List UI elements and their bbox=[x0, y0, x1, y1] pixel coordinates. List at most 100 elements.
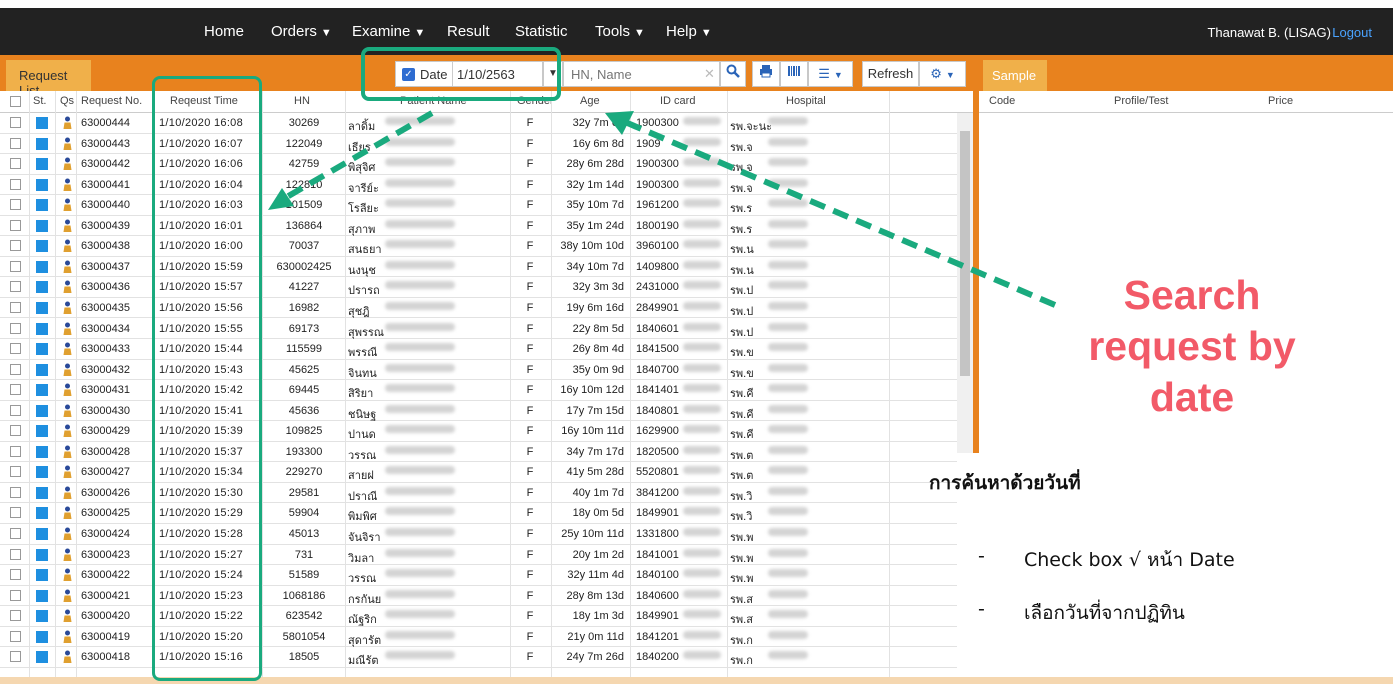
table-row[interactable]: 63000419 1/10/2020 15:20 5801054 สุดารัต F 21… bbox=[0, 627, 957, 648]
col-status[interactable]: St. bbox=[33, 95, 46, 107]
table-row[interactable]: 63000433 1/10/2020 15:44 115599 พรรณี F 26y 8… bbox=[0, 339, 957, 360]
table-row[interactable]: 63000430 1/10/2020 15:41 45636 ชนิษฐ F 17y 7m… bbox=[0, 401, 957, 422]
row-checkbox[interactable] bbox=[10, 117, 21, 128]
logout-link[interactable]: Logout bbox=[1332, 25, 1372, 40]
table-row[interactable]: 63000437 1/10/2020 15:59 630002425 นงนุช F 34… bbox=[0, 257, 957, 278]
row-checkbox[interactable] bbox=[10, 507, 21, 519]
row-checkbox[interactable] bbox=[10, 343, 21, 355]
row-checkbox[interactable] bbox=[10, 158, 21, 170]
status-indicator bbox=[36, 610, 48, 623]
list-menu-button[interactable]: ☰ ▼ bbox=[808, 61, 853, 87]
row-checkbox[interactable] bbox=[10, 363, 21, 375]
row-checkbox[interactable] bbox=[10, 425, 21, 437]
table-row[interactable]: 63000420 1/10/2020 15:22 623542 ณัฐริก F 18y … bbox=[0, 606, 957, 627]
col-id-card[interactable]: ID card bbox=[660, 95, 695, 107]
row-checkbox[interactable] bbox=[10, 219, 21, 231]
select-all-checkbox[interactable] bbox=[10, 96, 21, 107]
row-checkbox[interactable] bbox=[10, 569, 21, 581]
nav-tools[interactable]: Tools ▼ bbox=[595, 23, 645, 40]
table-row[interactable]: 63000426 1/10/2020 15:30 29581 ปราณี F 40y 1m… bbox=[0, 483, 957, 504]
tab-sample[interactable]: Sample bbox=[983, 60, 1047, 91]
table-row[interactable]: 63000439 1/10/2020 16:01 136864 สุภาพ F 35y 1… bbox=[0, 216, 957, 237]
cell-gender: F bbox=[526, 219, 534, 232]
row-checkbox[interactable] bbox=[10, 260, 21, 272]
person-icon bbox=[63, 301, 72, 314]
table-row[interactable]: 63000435 1/10/2020 15:56 16982 สุชฎิ F 19y 6m… bbox=[0, 298, 957, 319]
nav-examine[interactable]: Examine ▼ bbox=[352, 23, 425, 40]
table-row[interactable]: 63000442 1/10/2020 16:06 42759 พิสุจิศ F 28y … bbox=[0, 154, 957, 175]
row-checkbox[interactable] bbox=[10, 301, 21, 313]
row-checkbox[interactable] bbox=[10, 466, 21, 478]
col-request-no[interactable]: Request No. bbox=[81, 95, 142, 107]
redacted-name bbox=[385, 569, 455, 578]
row-checkbox[interactable] bbox=[10, 651, 21, 663]
row-checkbox[interactable] bbox=[10, 384, 21, 396]
table-row[interactable]: 63000440 1/10/2020 16:03 101509 โรลียะ F 35y … bbox=[0, 195, 957, 216]
bullet-dash: - bbox=[978, 545, 985, 567]
table-row[interactable]: 63000434 1/10/2020 15:55 69173 สุพรรณ F 22y 8… bbox=[0, 319, 957, 339]
col-code[interactable]: Code bbox=[989, 95, 1015, 107]
row-checkbox[interactable] bbox=[10, 240, 21, 252]
cell-hn: 69445 bbox=[288, 384, 320, 397]
caret-down-icon: ▼ bbox=[833, 70, 843, 80]
search-input[interactable] bbox=[564, 62, 699, 86]
search-button[interactable] bbox=[720, 61, 746, 87]
col-price[interactable]: Price bbox=[1268, 95, 1293, 107]
col-profile-test[interactable]: Profile/Test bbox=[1114, 95, 1168, 107]
row-checkbox[interactable] bbox=[10, 404, 21, 416]
table-row[interactable]: 63000425 1/10/2020 15:29 59904 พิมพิศ F 18y 0… bbox=[0, 503, 957, 524]
nav-help[interactable]: Help ▼ bbox=[666, 23, 712, 40]
table-row[interactable]: 63000427 1/10/2020 15:34 229270 สายฝ F 41y 5m… bbox=[0, 462, 957, 483]
nav-statistic[interactable]: Statistic bbox=[515, 23, 568, 40]
refresh-button[interactable]: Refresh bbox=[862, 61, 919, 87]
row-checkbox[interactable] bbox=[10, 178, 21, 190]
row-checkbox[interactable] bbox=[10, 589, 21, 601]
row-checkbox[interactable] bbox=[10, 445, 21, 457]
nav-home[interactable]: Home bbox=[204, 23, 244, 40]
table-row[interactable]: 63000428 1/10/2020 15:37 193300 วรรณ F 34y 7m… bbox=[0, 442, 957, 463]
col-hn[interactable]: HN bbox=[294, 95, 310, 107]
table-row[interactable]: 63000423 1/10/2020 15:27 731 วิมลา F 20y 1m 2… bbox=[0, 545, 957, 566]
row-checkbox[interactable] bbox=[10, 486, 21, 498]
tab-request-list[interactable]: Request List bbox=[6, 60, 91, 98]
col-qs[interactable]: Qs bbox=[60, 95, 74, 107]
print-button[interactable] bbox=[752, 61, 780, 87]
row-checkbox[interactable] bbox=[10, 137, 21, 149]
nav-result[interactable]: Result bbox=[447, 23, 490, 40]
table-row[interactable]: 63000441 1/10/2020 16:04 122810 จารีย์ะ F 32y… bbox=[0, 175, 957, 196]
nav-orders[interactable]: Orders ▼ bbox=[271, 23, 332, 40]
table-row[interactable]: 63000418 1/10/2020 15:16 18505 มณีรัต F 24y 7… bbox=[0, 647, 957, 668]
settings-menu-button[interactable]: ⚙ ▼ bbox=[919, 61, 966, 87]
row-checkbox[interactable] bbox=[10, 548, 21, 560]
table-scrollbar[interactable] bbox=[957, 113, 973, 453]
row-checkbox[interactable] bbox=[10, 630, 21, 642]
row-checkbox[interactable] bbox=[10, 199, 21, 211]
table-row[interactable]: 63000424 1/10/2020 15:28 45013 จันจิรา F 25y … bbox=[0, 524, 957, 545]
table-row[interactable]: 63000429 1/10/2020 15:39 109825 ปานด F 16y 10… bbox=[0, 421, 957, 442]
scrollbar-thumb[interactable] bbox=[960, 131, 970, 376]
redacted-name bbox=[385, 589, 455, 598]
barcode-button[interactable] bbox=[780, 61, 808, 87]
table-row[interactable]: 63000438 1/10/2020 16:00 70037 สนธยา F 38y 10… bbox=[0, 236, 957, 257]
redacted-name bbox=[385, 199, 455, 208]
row-checkbox[interactable] bbox=[10, 322, 21, 334]
table-row[interactable]: 63000431 1/10/2020 15:42 69445 สิริยา F 16y 1… bbox=[0, 380, 957, 401]
table-row[interactable]: 63000422 1/10/2020 15:24 51589 วรรณ F 32y 11m… bbox=[0, 565, 957, 586]
cell-hn: 18505 bbox=[288, 651, 320, 664]
clear-icon[interactable]: ✕ bbox=[704, 66, 715, 82]
cell-request-no: 63000441 bbox=[81, 178, 130, 191]
col-hospital[interactable]: Hospital bbox=[786, 95, 826, 107]
table-row[interactable]: 63000421 1/10/2020 15:23 1068186 กรกันย F 28y… bbox=[0, 586, 957, 607]
table-row[interactable]: 63000444 1/10/2020 16:08 30269 ลาดิ้ม F 32y 7… bbox=[0, 113, 957, 134]
cell-hn: 630002425 bbox=[276, 260, 332, 273]
redacted-name bbox=[385, 630, 455, 639]
cell-hospital: รพ.คี bbox=[730, 408, 754, 421]
col-age[interactable]: Age bbox=[580, 95, 600, 107]
table-row[interactable]: 63000432 1/10/2020 15:43 45625 จินทน F 35y 0m… bbox=[0, 360, 957, 381]
row-checkbox[interactable] bbox=[10, 528, 21, 539]
cell-patient-name: โรลียะ bbox=[348, 203, 379, 216]
row-checkbox[interactable] bbox=[10, 610, 21, 622]
table-row[interactable]: 63000436 1/10/2020 15:57 41227 ปรารถ F 32y 3m… bbox=[0, 277, 957, 298]
row-checkbox[interactable] bbox=[10, 281, 21, 293]
table-row[interactable]: 63000443 1/10/2020 16:07 122049 เธียร F 16y 6… bbox=[0, 134, 957, 155]
